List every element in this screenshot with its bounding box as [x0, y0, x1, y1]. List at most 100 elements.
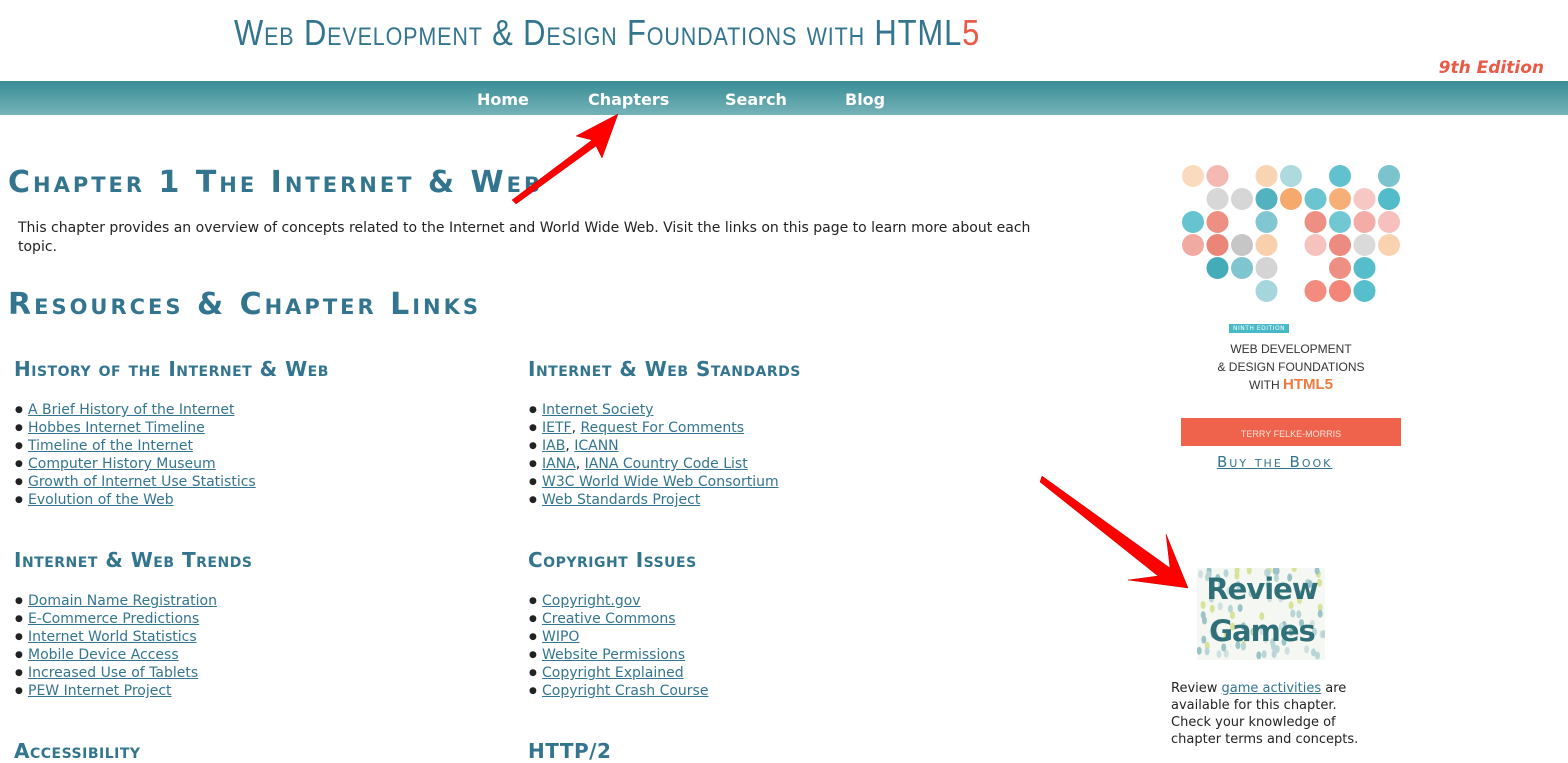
cover-title-line: WEB DEVELOPMENT	[1230, 342, 1352, 356]
list-item: Website Permissions	[528, 646, 708, 664]
link[interactable]: Computer History Museum	[28, 456, 216, 472]
chapter-intro: This chapter provides an overview of con…	[18, 220, 1031, 255]
pattern-dot	[1304, 234, 1327, 256]
confetti-dot	[1256, 651, 1262, 660]
link[interactable]: A Brief History of the Internet	[28, 402, 235, 418]
list-item: Copyright Explained	[528, 664, 708, 682]
pattern-dot	[1329, 165, 1351, 187]
pattern-dot	[1206, 211, 1229, 233]
pattern-dot	[1304, 280, 1327, 302]
link[interactable]: Growth of Internet Use Statistics	[28, 474, 256, 490]
list-item: Mobile Device Access	[14, 646, 217, 664]
site-title-main: Web Development & Design Foundations wit…	[234, 12, 963, 53]
list-item: Creative Commons	[528, 610, 708, 628]
pattern-dot	[1255, 188, 1278, 210]
link[interactable]: Mobile Device Access	[28, 647, 179, 663]
pattern-dot	[1378, 165, 1400, 187]
link[interactable]: IAB	[542, 438, 565, 454]
pattern-dot	[1280, 188, 1302, 210]
link[interactable]: PEW Internet Project	[28, 683, 172, 699]
link[interactable]: Copyright Crash Course	[542, 683, 708, 699]
link[interactable]: Copyright Explained	[542, 665, 684, 681]
buy-book-link[interactable]: Buy the Book	[1217, 453, 1332, 471]
link[interactable]: Evolution of the Web	[28, 492, 174, 508]
annotation-arrow-icon	[1039, 475, 1189, 589]
nav-search[interactable]: Search	[725, 90, 787, 109]
link[interactable]: Hobbes Internet Timeline	[28, 420, 205, 436]
cover-title-line: & DESIGN FOUNDATIONS	[1217, 360, 1365, 374]
section-trends: Internet & Web Trends Domain Name Regist…	[14, 548, 494, 700]
review-line: Review	[1206, 572, 1318, 606]
link[interactable]: Internet World Statistics	[28, 629, 197, 645]
list-item: Growth of Internet Use Statistics	[14, 473, 256, 491]
pattern-dot	[1255, 165, 1278, 187]
pattern-dot	[1182, 234, 1204, 256]
pattern-dot	[1378, 234, 1400, 256]
link[interactable]: W3C World Wide Web Consortium	[542, 474, 779, 490]
pattern-dot	[1231, 188, 1253, 210]
list-item: Copyright.gov	[528, 592, 708, 610]
edition-label: 9th Edition	[1438, 58, 1544, 78]
list-item: Copyright Crash Course	[528, 682, 708, 700]
link[interactable]: Creative Commons	[542, 611, 676, 627]
book-cover-image[interactable]: NINTH EDITION WEB DEVELOPMENT & DESIGN F…	[1181, 164, 1401, 446]
section-standards: Internet & Web Standards Internet Societ…	[528, 357, 1008, 509]
review-line: Games	[1209, 614, 1316, 648]
link[interactable]: E-Commerce Predictions	[28, 611, 199, 627]
section-copyright: Copyright Issues Copyright.gov Creative …	[528, 548, 1008, 700]
link[interactable]: Request For Comments	[581, 420, 745, 436]
list-item: A Brief History of the Internet	[14, 401, 256, 419]
pattern-dot	[1206, 234, 1229, 256]
link[interactable]: IANA	[542, 456, 576, 472]
link[interactable]: Web Standards Project	[542, 492, 700, 508]
pattern-dot	[1329, 257, 1351, 279]
list-item: Increased Use of Tablets	[14, 664, 217, 682]
link[interactable]: Increased Use of Tablets	[28, 665, 198, 681]
pattern-dot	[1206, 165, 1229, 187]
cover-title-line: WITH HTML5	[1181, 376, 1401, 394]
link[interactable]: IETF	[542, 420, 572, 436]
link[interactable]: Internet Society	[542, 402, 653, 418]
game-activities-link[interactable]: game activities	[1222, 681, 1322, 696]
pattern-dot	[1304, 211, 1327, 233]
pattern-dot	[1329, 211, 1351, 233]
main-navbar: Home Chapters Search Blog	[0, 81, 1568, 115]
list-item: IANA, IANA Country Code List	[528, 455, 779, 473]
link[interactable]: Timeline of the Internet	[28, 438, 193, 454]
pattern-dot	[1378, 211, 1400, 233]
nav-chapters[interactable]: Chapters	[588, 90, 669, 109]
link[interactable]: IANA Country Code List	[585, 456, 748, 472]
site-title: Web Development & Design Foundations wit…	[234, 12, 980, 54]
section-accessibility: Accessibility	[14, 739, 494, 763]
link[interactable]: Copyright.gov	[542, 593, 641, 609]
pattern-dot	[1353, 211, 1376, 233]
link[interactable]: ICANN	[574, 438, 618, 454]
section-title: History of the Internet & Web	[14, 357, 329, 381]
site-title-accent: 5	[962, 12, 981, 53]
cover-badge: NINTH EDITION	[1229, 324, 1290, 333]
section-title: HTTP/2	[528, 739, 612, 763]
nav-blog[interactable]: Blog	[845, 90, 885, 109]
nav-home[interactable]: Home	[477, 90, 529, 109]
site-header: Web Development & Design Foundations wit…	[0, 0, 1568, 80]
list-item: Internet Society	[528, 401, 779, 419]
pattern-dot	[1378, 188, 1400, 210]
review-desc-text: Review	[1171, 681, 1222, 696]
list-item: IAB, ICANN	[528, 437, 779, 455]
section-title: Internet & Web Standards	[528, 357, 801, 381]
link[interactable]: Domain Name Registration	[28, 593, 217, 609]
pattern-dot	[1353, 280, 1376, 302]
pattern-dot	[1255, 211, 1278, 233]
section-title: Copyright Issues	[528, 548, 697, 572]
link-list: Internet Society IETF, Request For Comme…	[528, 401, 779, 509]
link[interactable]: Website Permissions	[542, 647, 685, 663]
cover-title-accent: HTML5	[1283, 376, 1333, 393]
list-item: WIPO	[528, 628, 708, 646]
list-item: Timeline of the Internet	[14, 437, 256, 455]
review-games-image[interactable]: Review Games	[1197, 568, 1325, 660]
pattern-dot	[1329, 188, 1351, 210]
list-item: Hobbes Internet Timeline	[14, 419, 256, 437]
section-title: Accessibility	[14, 739, 141, 763]
chapter-title: Chapter 1 The Internet & Web	[8, 165, 543, 200]
link[interactable]: WIPO	[542, 629, 579, 645]
